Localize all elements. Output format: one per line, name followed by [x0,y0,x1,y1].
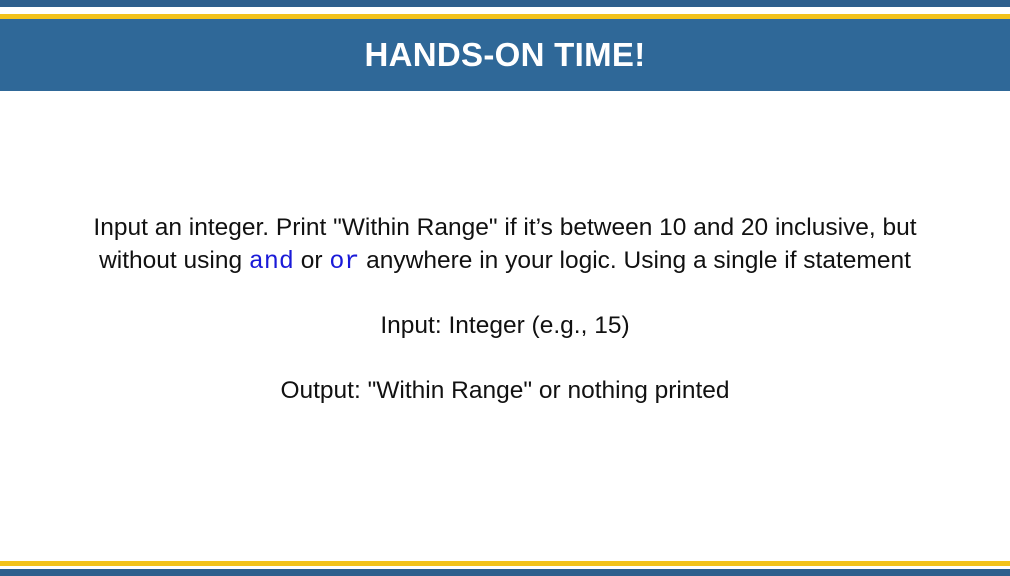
slide-header: HANDS-ON TIME! [0,19,1010,91]
task-description: Input an integer. Print "Within Range" i… [60,212,950,278]
top-divider-white [0,7,1010,14]
code-keyword-and: and [248,246,294,276]
task-text-part-2: or [293,246,330,274]
input-spec: Input: Integer (e.g., 15) [380,312,630,339]
slide-content: Input an integer. Print "Within Range" i… [60,212,950,407]
bottom-dark-strip [0,569,1010,576]
bottom-divider-gold [0,561,1010,566]
output-spec: Output: "Within Range" or nothing printe… [280,376,730,404]
code-keyword-or: or [329,246,360,276]
top-dark-strip [0,0,1010,7]
task-text-part-3: anywhere in your logic. Using a single i… [359,246,911,274]
slide-title: HANDS-ON TIME! [364,36,646,73]
